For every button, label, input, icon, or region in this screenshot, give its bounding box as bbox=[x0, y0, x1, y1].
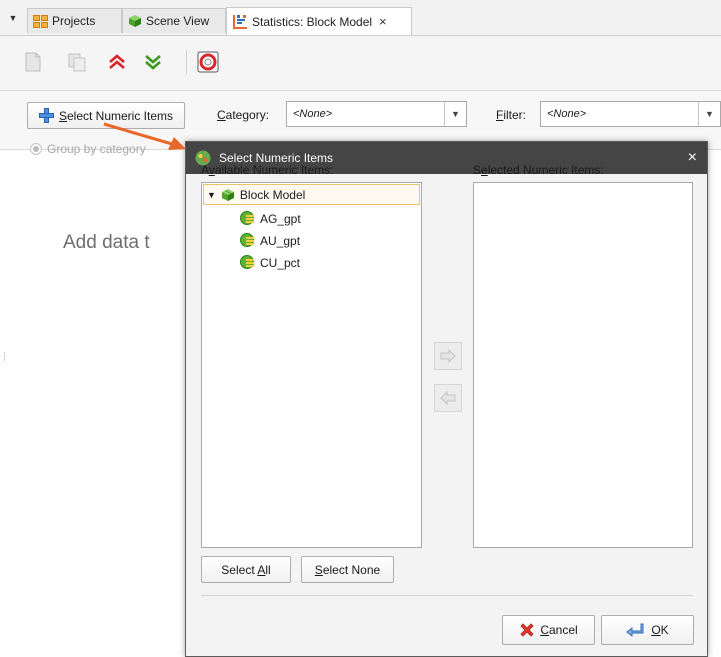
cancel-button[interactable]: Cancel bbox=[502, 615, 595, 645]
dialog-close-icon[interactable]: × bbox=[688, 148, 697, 168]
block-model-icon bbox=[221, 188, 234, 201]
group-by-category-radio[interactable]: Group by category bbox=[30, 142, 146, 156]
tab-scene-view[interactable]: Scene View bbox=[122, 8, 226, 33]
filter-dropdown[interactable]: <None> ▼ bbox=[540, 101, 721, 127]
tree-node-cu-pct[interactable]: CU_pct bbox=[240, 255, 300, 270]
radio-indicator bbox=[30, 143, 42, 155]
projects-icon bbox=[33, 14, 48, 28]
cancel-icon bbox=[520, 623, 534, 637]
ok-button[interactable]: OK bbox=[601, 615, 694, 645]
available-items-label: Available Numeric Items: bbox=[201, 163, 334, 177]
tree-node-label: AG_gpt bbox=[260, 211, 301, 226]
numeric-attribute-icon bbox=[240, 211, 254, 225]
help-lifebuoy-icon[interactable] bbox=[197, 51, 219, 73]
empty-state-hint: Add data t bbox=[63, 232, 150, 253]
button-label: Select Numeric Items bbox=[58, 108, 174, 123]
tab-label: Scene View bbox=[146, 14, 210, 28]
enter-return-icon bbox=[626, 623, 644, 637]
button-label: Select All bbox=[221, 562, 271, 577]
splitter-handle[interactable] bbox=[4, 352, 7, 362]
numeric-attribute-icon bbox=[240, 233, 254, 247]
selected-items-list[interactable] bbox=[473, 182, 693, 548]
tab-label: Projects bbox=[52, 14, 96, 28]
expanded-triangle-icon[interactable]: ▼ bbox=[207, 190, 216, 200]
copy-icon[interactable] bbox=[66, 51, 88, 73]
filter-label: Filter: bbox=[496, 108, 527, 122]
tab-label: Statistics: Block Model bbox=[252, 14, 373, 29]
toolbar bbox=[0, 36, 721, 90]
available-items-tree[interactable]: ▼ Block Model AG_gpt AU_gpt CU_pct bbox=[201, 182, 422, 548]
expand-all-icon[interactable] bbox=[106, 51, 128, 73]
tree-node-au-gpt[interactable]: AU_gpt bbox=[240, 233, 300, 248]
arrow-right-icon bbox=[440, 349, 456, 363]
chevron-down-icon: ▼ bbox=[698, 102, 720, 126]
tab-statistics-block-model[interactable]: Statistics: Block Model × bbox=[226, 7, 412, 35]
tree-node-block-model[interactable]: ▼ Block Model bbox=[203, 184, 420, 205]
dialog-separator bbox=[201, 595, 693, 596]
cube-icon bbox=[129, 15, 141, 27]
document-icon[interactable] bbox=[22, 51, 44, 73]
toolbar-separator bbox=[186, 50, 187, 74]
button-label: Cancel bbox=[540, 623, 578, 637]
close-tab-icon[interactable]: × bbox=[379, 15, 387, 28]
tab-projects[interactable]: Projects bbox=[27, 8, 122, 33]
tree-node-ag-gpt[interactable]: AG_gpt bbox=[240, 211, 301, 226]
filter-value: <None> bbox=[547, 108, 587, 120]
tab-list-menu-icon[interactable]: ▼ bbox=[6, 11, 20, 25]
numeric-attribute-icon bbox=[240, 255, 254, 269]
statistics-icon bbox=[233, 14, 247, 29]
arrow-left-icon bbox=[440, 391, 456, 405]
button-label: OK bbox=[651, 623, 669, 637]
category-dropdown[interactable]: <None> ▼ bbox=[286, 101, 467, 127]
tree-node-label: AU_gpt bbox=[260, 233, 301, 248]
category-value: <None> bbox=[293, 108, 333, 120]
select-numeric-items-button[interactable]: Select Numeric Items bbox=[27, 102, 185, 129]
collapse-all-icon[interactable] bbox=[142, 51, 164, 73]
tree-node-label: Block Model bbox=[239, 187, 306, 202]
chevron-down-icon: ▼ bbox=[444, 102, 466, 126]
group-by-category-label: Group by category bbox=[47, 142, 146, 156]
add-icon bbox=[38, 108, 54, 123]
move-right-button[interactable] bbox=[434, 342, 462, 370]
select-numeric-items-dialog: Select Numeric Items × Available Numeric… bbox=[185, 141, 708, 657]
category-label: Category: bbox=[217, 108, 270, 122]
move-left-button[interactable] bbox=[434, 384, 462, 412]
selected-items-label: Selected Numeric Items: bbox=[473, 163, 604, 177]
tree-node-label: CU_pct bbox=[260, 255, 301, 270]
select-none-button[interactable]: Select None bbox=[301, 556, 394, 583]
select-all-button[interactable]: Select All bbox=[201, 556, 291, 583]
button-label: Select None bbox=[314, 562, 381, 577]
